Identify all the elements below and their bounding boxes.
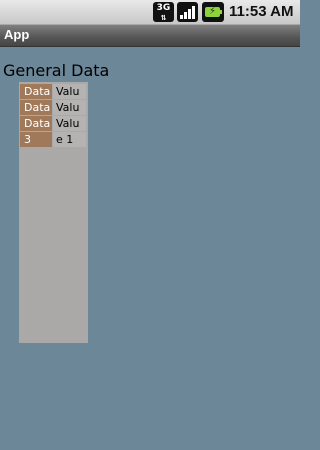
table-row-label: Data (20, 84, 52, 99)
table-row-value: Valu (53, 84, 86, 99)
network-label: 3G (156, 3, 171, 13)
table-row-value: Valu (53, 116, 86, 131)
status-bar: 3G ⇅ ⚡ 11:53 AM (0, 0, 300, 25)
table-row-label: 3 (20, 132, 52, 147)
3g-data-icon: 3G ⇅ (153, 2, 174, 22)
app-title-bar: App (0, 25, 300, 47)
battery-charging-icon: ⚡ (202, 2, 224, 22)
app-title: App (4, 27, 30, 42)
table-row-label: Data (20, 116, 52, 131)
table-row-value: e 1 (53, 132, 86, 147)
signal-strength-icon (177, 2, 198, 22)
status-clock: 11:53 AM (229, 3, 294, 20)
page-heading: General Data (3, 61, 110, 80)
table-row-value: Valu (53, 100, 86, 115)
table-row-label: Data (20, 100, 52, 115)
